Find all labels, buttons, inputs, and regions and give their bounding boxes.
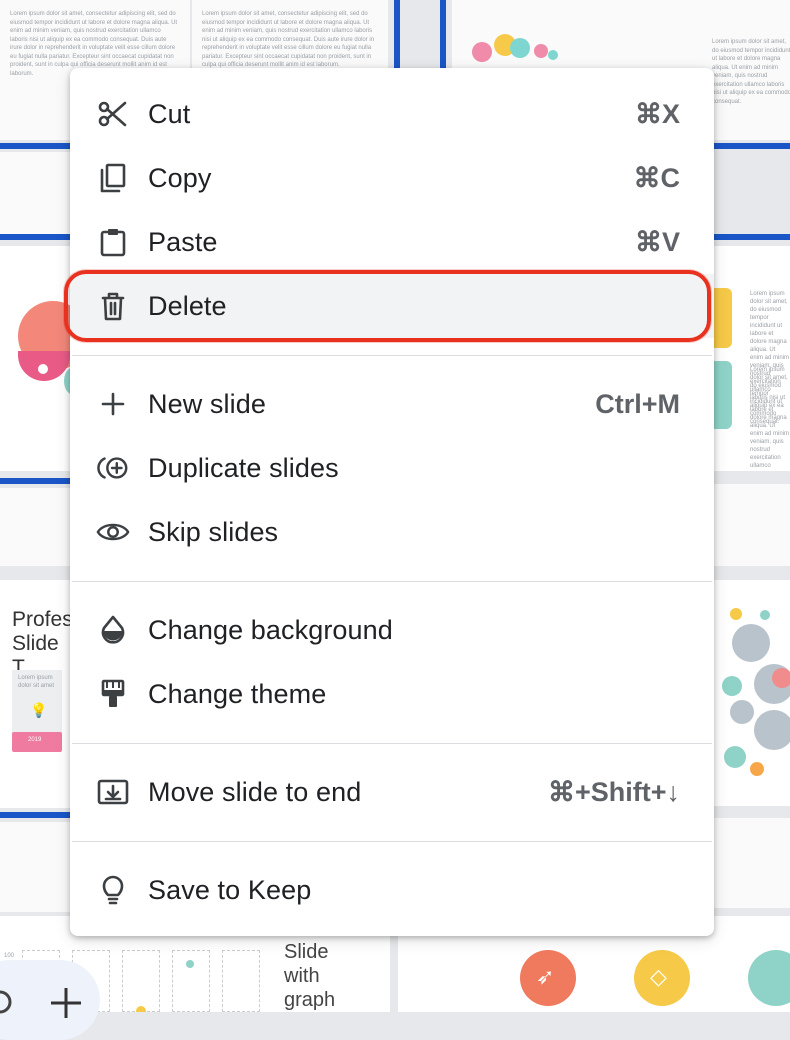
menu-item-new-slide[interactable]: New slide Ctrl+M	[70, 372, 714, 436]
decor-circle	[136, 1006, 146, 1012]
menu-item-copy[interactable]: Copy ⌘C	[70, 146, 714, 210]
slide-thumbnail[interactable]: Profes Slide T Lorem ipsum dolor sit ame…	[0, 580, 70, 808]
slide-title: Profes	[12, 608, 70, 631]
slide-thumbnail[interactable]	[0, 152, 70, 234]
decor-circle	[732, 624, 770, 662]
slide-card-text: Lorem ipsum dolor sit amet	[18, 675, 55, 689]
slide-thumbnail[interactable]	[0, 488, 70, 566]
paint-roller-icon	[96, 677, 130, 711]
menu-item-change-theme[interactable]: Change theme	[70, 662, 714, 726]
trash-icon	[96, 289, 130, 323]
decor-circle	[760, 610, 770, 620]
menu-item-shortcut: ⌘V	[634, 226, 680, 257]
menu-item-label: Copy	[148, 162, 212, 193]
droplet-icon	[96, 613, 130, 647]
menu-item-move-slide-to-end[interactable]: Move slide to end ⌘+Shift+↓	[70, 760, 714, 824]
menu-item-change-background[interactable]: Change background	[70, 598, 714, 662]
menu-item-label: Paste	[148, 226, 218, 257]
slide-body-text: Lorem ipsum dolor sit amet, do eiusmod t…	[712, 39, 790, 105]
menu-item-label: Cut	[148, 98, 191, 129]
decor-circle	[472, 42, 492, 62]
menu-item-label: New slide	[148, 388, 266, 419]
menu-item-label: Change theme	[148, 678, 327, 709]
menu-separator	[72, 581, 712, 582]
decor-circle	[754, 710, 790, 750]
decor-shape	[714, 288, 732, 348]
rocket-glyph: ➶	[536, 964, 555, 989]
menu-item-label: Duplicate slides	[148, 452, 339, 483]
menu-item-delete[interactable]: Delete	[64, 270, 714, 342]
slide-thumbnail[interactable]	[0, 822, 70, 912]
decor-circle	[534, 44, 548, 58]
slide-thumbnail[interactable]	[714, 484, 790, 566]
menu-separator	[72, 355, 712, 356]
facebook-icon	[722, 676, 742, 696]
lightbulb-icon: 💡	[30, 702, 48, 718]
youtube-icon	[772, 668, 790, 688]
slide-thumbnail[interactable]	[714, 580, 790, 806]
menu-item-label: Change background	[148, 614, 393, 645]
menu-separator	[72, 743, 712, 744]
new-slide-fab[interactable]	[0, 960, 100, 1040]
slide-thumbnail[interactable]: Lorem ipsum dolor sit amet, do eiusmod t…	[714, 246, 790, 471]
scissors-icon	[96, 97, 130, 131]
slide-context-menu: Cut ⌘X Copy ⌘C Paste ⌘V Delete New slide Ctrl+M D…	[64, 68, 714, 936]
slide-title: Slide with graph	[284, 941, 336, 1011]
diamond-glyph: ◇	[650, 964, 667, 989]
menu-item-shortcut: ⌘X	[634, 98, 680, 129]
menu-item-shortcut: Ctrl+M	[595, 388, 680, 419]
chart-icon	[748, 950, 790, 1006]
menu-item-label: Delete	[148, 290, 227, 321]
grid-cell	[122, 950, 160, 1012]
decor-shape	[714, 361, 732, 429]
decor-circle	[750, 762, 764, 776]
plus-icon	[96, 387, 130, 421]
menu-item-save-to-keep[interactable]: Save to Keep	[70, 858, 714, 922]
lightbulb-icon	[96, 873, 130, 907]
decor-circle	[186, 960, 194, 968]
twitter-icon	[724, 746, 746, 768]
eye-icon	[96, 515, 130, 549]
decor-circle	[510, 38, 530, 58]
grid-number: 100	[4, 953, 15, 959]
year-badge-text: 2019	[28, 737, 42, 743]
menu-separator	[72, 841, 712, 842]
decor-circle	[730, 700, 754, 724]
decor-circle	[38, 364, 48, 374]
menu-item-duplicate-slides[interactable]: Duplicate slides	[70, 436, 714, 500]
slide-body-text: Lorem ipsum dolor sit amet, do eiusmod t…	[750, 367, 790, 469]
duplicate-icon	[96, 451, 130, 485]
decor-circle	[548, 50, 558, 60]
menu-item-label: Move slide to end	[148, 776, 362, 807]
slide-thumbnail[interactable]	[0, 246, 70, 471]
menu-item-label: Skip slides	[148, 516, 279, 547]
decor-circle	[730, 608, 742, 620]
paste-icon	[96, 225, 130, 259]
slide-thumbnail[interactable]	[714, 818, 790, 908]
move-to-end-icon	[96, 775, 130, 809]
grid-cell	[222, 950, 260, 1012]
selection-border	[0, 812, 70, 818]
menu-item-label: Save to Keep	[148, 874, 312, 905]
menu-item-cut[interactable]: Cut ⌘X	[70, 82, 714, 146]
menu-item-paste[interactable]: Paste ⌘V	[70, 210, 714, 274]
selection-border	[0, 478, 70, 484]
copy-icon	[96, 161, 130, 195]
menu-item-shortcut: ⌘C	[633, 162, 681, 193]
menu-item-shortcut: ⌘+Shift+↓	[547, 776, 680, 807]
menu-item-skip-slides[interactable]: Skip slides	[70, 500, 714, 564]
